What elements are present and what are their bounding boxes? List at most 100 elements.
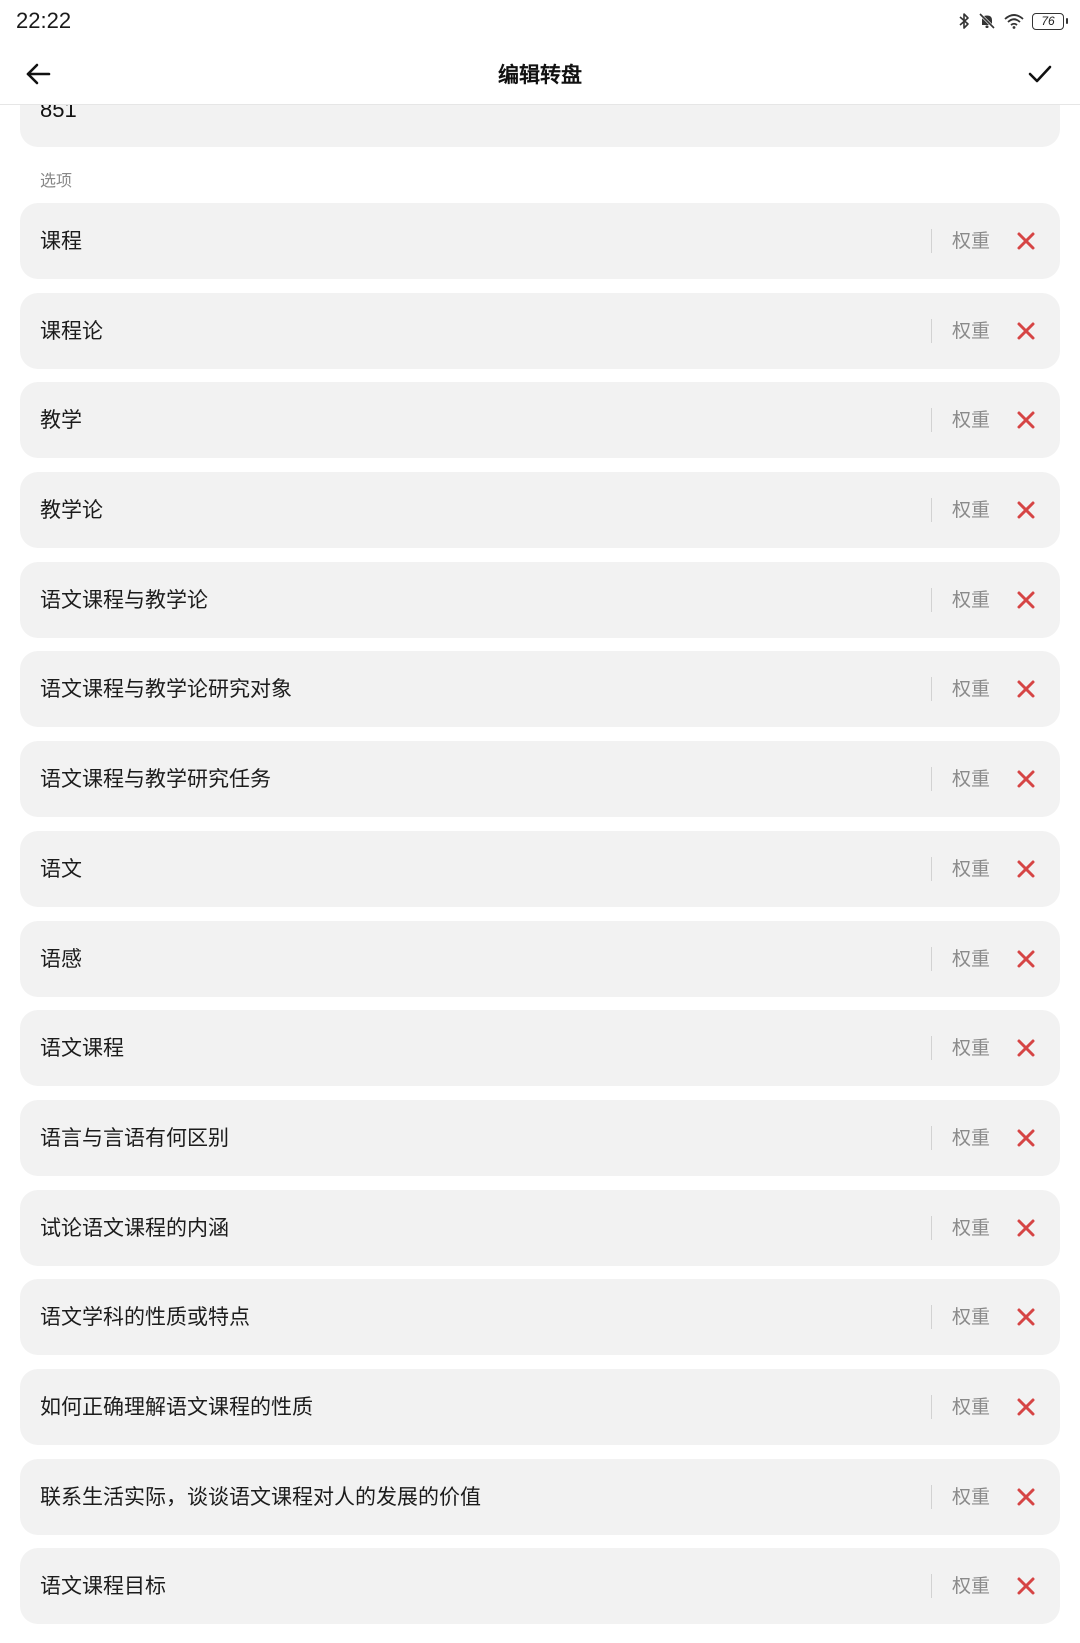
option-divider [931, 856, 932, 881]
option-input[interactable]: 语言与言语有何区别 [40, 1100, 229, 1176]
option-divider [931, 767, 932, 792]
option-row: 语言与言语有何区别 权重 [20, 1099, 1060, 1176]
option-input[interactable]: 课程论 [40, 293, 103, 369]
close-icon [1017, 322, 1035, 340]
option-input[interactable]: 语文课程与教学研究任务 [40, 741, 271, 817]
option-row: 语文课程与教学研究任务 权重 [20, 741, 1060, 818]
close-icon [1017, 501, 1035, 519]
delete-option-button[interactable] [1014, 947, 1038, 971]
option-divider [931, 1215, 932, 1240]
delete-option-button[interactable] [1014, 1216, 1038, 1240]
delete-option-button[interactable] [1014, 1305, 1038, 1329]
delete-option-button[interactable] [1014, 857, 1038, 881]
delete-option-button[interactable] [1014, 1036, 1038, 1060]
option-input[interactable]: 语感 [40, 921, 82, 997]
close-icon [1017, 591, 1035, 609]
option-row: 语文课程 权重 [20, 1010, 1060, 1087]
weight-button[interactable]: 权重 [952, 831, 990, 907]
weight-button[interactable]: 权重 [952, 382, 990, 458]
weight-button[interactable]: 权重 [952, 1190, 990, 1266]
option-input[interactable]: 试论语文课程的内涵 [40, 1190, 229, 1266]
delete-option-button[interactable] [1014, 588, 1038, 612]
option-divider [931, 408, 932, 433]
option-row: 语文课程与教学论 权重 [20, 561, 1060, 638]
option-divider [931, 1036, 932, 1061]
delete-option-button[interactable] [1014, 1574, 1038, 1598]
wheel-name-value: 851 [40, 105, 77, 122]
close-icon [1017, 1219, 1035, 1237]
option-divider [931, 946, 932, 971]
close-icon [1017, 950, 1035, 967]
option-input[interactable]: 语文课程与教学论研究对象 [40, 651, 292, 727]
option-divider [931, 1305, 932, 1330]
delete-option-button[interactable] [1014, 1485, 1038, 1509]
app-bar: 编辑转盘 [0, 42, 1080, 105]
option-row: 试论语文课程的内涵 权重 [20, 1189, 1060, 1266]
weight-button[interactable]: 权重 [952, 1100, 990, 1176]
delete-option-button[interactable] [1014, 319, 1038, 343]
weight-button[interactable]: 权重 [952, 1010, 990, 1086]
close-icon [1017, 1308, 1035, 1326]
option-input[interactable]: 教学论 [40, 472, 103, 548]
option-divider [931, 1125, 932, 1150]
weight-button[interactable]: 权重 [952, 651, 990, 727]
weight-button[interactable]: 权重 [952, 1369, 990, 1445]
battery-icon: 76 [1032, 12, 1068, 30]
option-input[interactable]: 语文课程 [40, 1010, 124, 1086]
option-input[interactable]: 如何正确理解语文课程的性质 [40, 1369, 313, 1445]
close-icon [1017, 770, 1035, 788]
options-section-label: 选项 [40, 171, 73, 190]
close-icon [1017, 1488, 1035, 1506]
close-icon [1017, 411, 1035, 429]
weight-button[interactable]: 权重 [952, 921, 990, 997]
weight-button[interactable]: 权重 [952, 1279, 990, 1355]
delete-option-button[interactable] [1014, 408, 1038, 432]
option-row: 语文课程与教学论研究对象 权重 [20, 651, 1060, 728]
option-input[interactable]: 联系生活实际，谈谈语文课程对人的发展的价值 [40, 1459, 481, 1535]
weight-button[interactable]: 权重 [952, 562, 990, 638]
option-divider [931, 677, 932, 702]
close-icon [1017, 860, 1035, 878]
wheel-name-field[interactable]: 851 [20, 105, 1060, 147]
option-input[interactable]: 课程 [40, 203, 82, 279]
delete-option-button[interactable] [1014, 677, 1038, 701]
check-icon [1028, 65, 1052, 83]
delete-option-button[interactable] [1014, 767, 1038, 791]
bluetooth-icon [958, 12, 970, 30]
weight-button[interactable]: 权重 [952, 741, 990, 817]
option-divider [931, 1574, 932, 1599]
option-divider [931, 318, 932, 343]
weight-button[interactable]: 权重 [952, 472, 990, 548]
option-divider [931, 229, 932, 253]
option-row: 联系生活实际，谈谈语文课程对人的发展的价值 权重 [20, 1458, 1060, 1535]
option-row: 语文 权重 [20, 830, 1060, 907]
option-input[interactable]: 语文课程目标 [40, 1548, 166, 1624]
status-time: 22:22 [16, 8, 72, 33]
option-row: 教学 权重 [20, 382, 1060, 459]
option-input[interactable]: 教学 [40, 382, 82, 458]
option-input[interactable]: 语文学科的性质或特点 [40, 1279, 250, 1355]
close-icon [1017, 1129, 1035, 1147]
close-icon [1017, 680, 1035, 698]
status-bar: 22:22 76 [0, 0, 1080, 42]
weight-button[interactable]: 权重 [952, 293, 990, 369]
delete-option-button[interactable] [1014, 1395, 1038, 1419]
delete-option-button[interactable] [1014, 498, 1038, 522]
close-icon [1017, 232, 1035, 250]
delete-option-button[interactable] [1014, 229, 1038, 253]
option-divider [931, 1484, 932, 1509]
option-row: 课程论 权重 [20, 292, 1060, 369]
weight-button[interactable]: 权重 [952, 1548, 990, 1624]
option-row: 如何正确理解语文课程的性质 权重 [20, 1368, 1060, 1445]
close-icon [1017, 1039, 1035, 1057]
scroll-content[interactable]: 851 选项 课程 权重 课程论 权重 教学 权重 教学论 权重 语文课程与教学论 权重 语文课程与… [0, 105, 1080, 1643]
option-input[interactable]: 语文课程与教学论 [40, 562, 208, 638]
confirm-button[interactable] [1020, 54, 1060, 94]
option-input[interactable]: 语文 [40, 831, 82, 907]
weight-button[interactable]: 权重 [952, 203, 990, 279]
delete-option-button[interactable] [1014, 1126, 1038, 1150]
page-title: 编辑转盘 [498, 63, 582, 87]
option-row: 语文课程目标 权重 [20, 1548, 1060, 1625]
weight-button[interactable]: 权重 [952, 1459, 990, 1535]
status-icons: 76 [958, 10, 1068, 32]
